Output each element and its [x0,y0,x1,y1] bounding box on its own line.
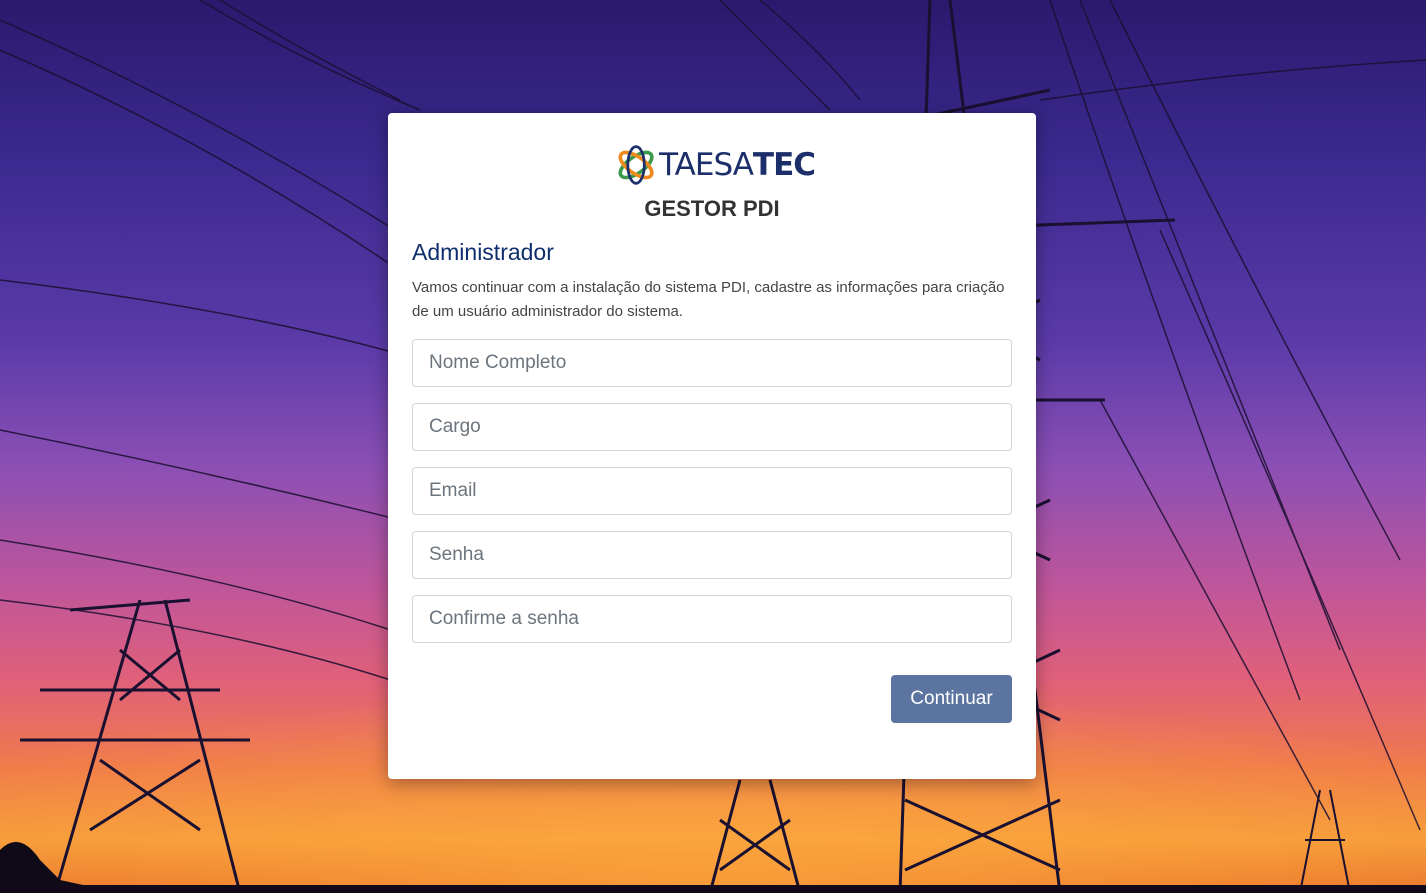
atom-logo-icon [618,145,654,185]
password-input[interactable] [412,531,1012,579]
confirm-password-input[interactable] [412,595,1012,643]
continue-button[interactable]: Continuar [891,675,1012,723]
logo-text-bold: TEC [752,147,816,183]
section-title: Administrador [412,239,554,265]
logo-wordmark: TAESATEC [659,147,816,183]
setup-description: Vamos continuar com a instalação do sist… [412,279,1005,320]
full-name-input[interactable] [412,339,1012,387]
logo-text-light: TAESA [659,147,754,183]
role-input[interactable] [412,403,1012,451]
admin-setup-card: TAESATEC GESTOR PDI Administrador Vamos … [388,113,1036,779]
app-title: GESTOR PDI [644,196,780,221]
taesatec-logo: TAESATEC [615,141,816,189]
email-input[interactable] [412,467,1012,515]
